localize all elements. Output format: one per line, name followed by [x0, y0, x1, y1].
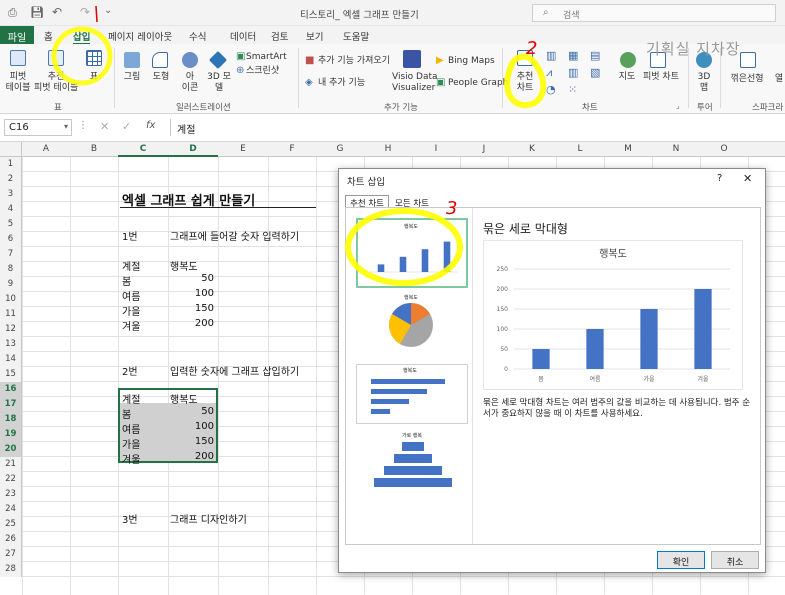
highlight-insert-tab: [51, 26, 113, 86]
annotation-number-3: 3: [446, 198, 458, 219]
highlight-recommended-charts: [504, 53, 547, 109]
red-pen-mark: [95, 5, 98, 23]
excel-window: { "window": {"title": "티스토리_ 엑셀 그래프 만들기"…: [0, 0, 785, 595]
highlight-annotations: [51, 5, 547, 286]
highlight-clustered-thumb: [345, 208, 463, 286]
annotation-number-2: 2: [526, 38, 538, 59]
